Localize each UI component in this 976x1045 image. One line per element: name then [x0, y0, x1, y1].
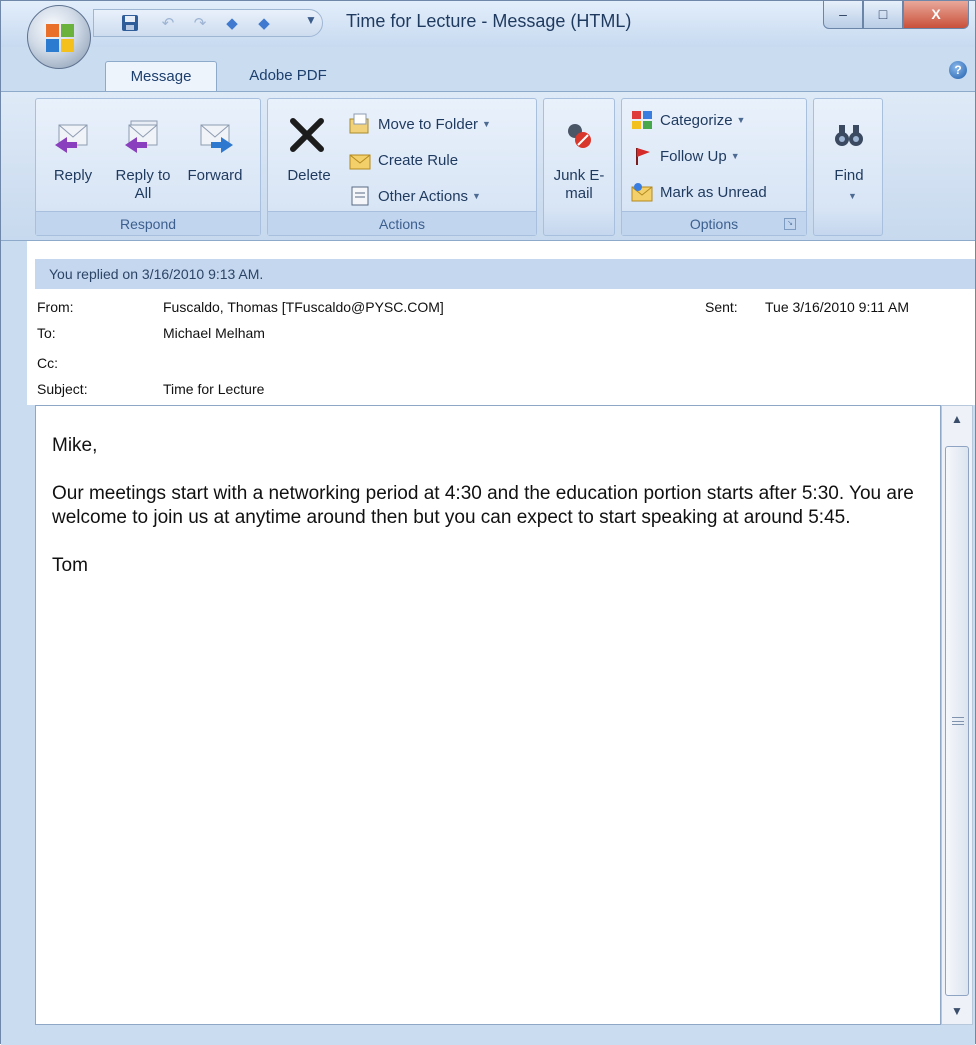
- chevron-down-icon: ▼: [736, 115, 746, 125]
- find-button[interactable]: Find ▼: [816, 103, 882, 233]
- scroll-down-icon[interactable]: ▼: [942, 998, 972, 1024]
- body-paragraph: Our meetings start with a networking per…: [52, 483, 914, 528]
- ribbon-tabs: Message Adobe PDF ?: [1, 47, 975, 91]
- follow-up-button[interactable]: Follow Up ▼: [630, 141, 740, 171]
- options-group: Categorize ▼ Follow Up ▼ Mark as Unread Op…: [621, 98, 807, 236]
- to-label: To:: [37, 325, 56, 341]
- title-bar: ↶ ↷ ◆ ◆ ▼ Time for Lecture - Message (HT…: [1, 1, 975, 47]
- subject-value: Time for Lecture: [163, 381, 265, 397]
- window-title: Time for Lecture - Message (HTML): [346, 11, 632, 31]
- reply-icon: [55, 124, 88, 153]
- scroll-thumb[interactable]: [945, 446, 969, 996]
- tab-adobe-pdf[interactable]: Adobe PDF: [233, 61, 343, 91]
- from-label: From:: [37, 299, 74, 315]
- cc-label: Cc:: [37, 355, 58, 371]
- ribbon: Reply Reply to All Forward Respond Delet…: [1, 91, 975, 241]
- previous-item-icon[interactable]: ◆: [222, 14, 242, 34]
- junk-group: Junk E-mail: [543, 98, 615, 236]
- options-group-label: Options: [622, 211, 806, 235]
- chevron-down-icon: ▼: [472, 191, 481, 201]
- reply-button[interactable]: Reply: [40, 103, 106, 211]
- from-value[interactable]: Fuscaldo, Thomas [TFuscaldo@PYSC.COM]: [163, 299, 444, 315]
- create-rule-button[interactable]: Create Rule: [348, 145, 458, 175]
- close-button[interactable]: X: [903, 1, 969, 29]
- undo-icon[interactable]: ↶: [158, 14, 178, 34]
- maximize-button[interactable]: □: [863, 1, 903, 29]
- redo-icon[interactable]: ↷: [190, 14, 210, 34]
- grip-icon: [952, 717, 964, 725]
- delete-button[interactable]: Delete: [274, 103, 344, 211]
- scroll-up-icon[interactable]: ▲: [942, 406, 972, 432]
- window-controls: – □ X: [823, 1, 969, 31]
- junk-email-icon: [568, 124, 591, 148]
- mark-unread-icon: [631, 183, 653, 202]
- message-body[interactable]: Mike, Our meetings start with a networki…: [35, 405, 941, 1025]
- mark-as-unread-button[interactable]: Mark as Unread: [630, 177, 767, 207]
- forward-icon: [200, 124, 233, 153]
- forward-button[interactable]: Forward: [182, 103, 248, 211]
- move-to-folder-icon: [349, 113, 369, 134]
- reply-info-banner: You replied on 3/16/2010 9:13 AM.: [35, 259, 975, 289]
- sent-value: Tue 3/16/2010 9:11 AM: [765, 299, 909, 315]
- categorize-button[interactable]: Categorize ▼: [630, 105, 745, 135]
- vertical-scrollbar[interactable]: ▲ ▼: [941, 405, 973, 1025]
- to-value[interactable]: Michael Melham: [163, 325, 265, 341]
- left-strip: [1, 241, 27, 405]
- next-item-icon[interactable]: ◆: [254, 14, 274, 34]
- save-icon[interactable]: [120, 14, 140, 34]
- quick-access-toolbar: ↶ ↷ ◆ ◆: [93, 9, 323, 37]
- junk-email-button[interactable]: Junk E-mail: [546, 103, 612, 233]
- body-signature: Tom: [52, 555, 88, 576]
- flag-icon: [636, 148, 650, 165]
- delete-icon: [290, 118, 324, 152]
- find-group: Find ▼: [813, 98, 883, 236]
- respond-group-label: Respond: [36, 211, 260, 235]
- office-button[interactable]: [27, 5, 91, 69]
- chevron-down-icon: ▼: [730, 151, 740, 161]
- move-to-folder-button[interactable]: Move to Folder ▼: [348, 109, 491, 139]
- customize-toolbar-dropdown-icon[interactable]: ▼: [305, 13, 317, 27]
- dialog-launcher-icon[interactable]: ↘: [784, 218, 796, 230]
- categorize-icon: [632, 111, 652, 129]
- reply-all-button[interactable]: Reply to All: [110, 103, 176, 211]
- other-actions-icon: [351, 186, 369, 206]
- actions-group: Delete Move to Folder ▼ Create Rule Other…: [267, 98, 537, 236]
- help-icon[interactable]: ?: [949, 61, 967, 79]
- chevron-down-icon: ▼: [848, 191, 857, 201]
- minimize-button[interactable]: –: [823, 1, 863, 29]
- binoculars-icon: [835, 125, 863, 146]
- sent-label: Sent:: [705, 299, 738, 315]
- subject-label: Subject:: [37, 381, 88, 397]
- other-actions-button[interactable]: Other Actions ▼: [348, 181, 481, 211]
- body-greeting: Mike,: [52, 435, 98, 456]
- respond-group: Reply Reply to All Forward Respond: [35, 98, 261, 236]
- actions-group-label: Actions: [268, 211, 536, 235]
- message-window: ↶ ↷ ◆ ◆ ▼ Time for Lecture - Message (HT…: [0, 0, 976, 1045]
- tab-message[interactable]: Message: [105, 61, 217, 91]
- office-logo-icon: [46, 24, 74, 52]
- status-bar: [1, 1027, 975, 1045]
- reply-all-icon: [125, 120, 158, 153]
- chevron-down-icon: ▼: [482, 119, 491, 129]
- create-rule-icon: [349, 154, 371, 170]
